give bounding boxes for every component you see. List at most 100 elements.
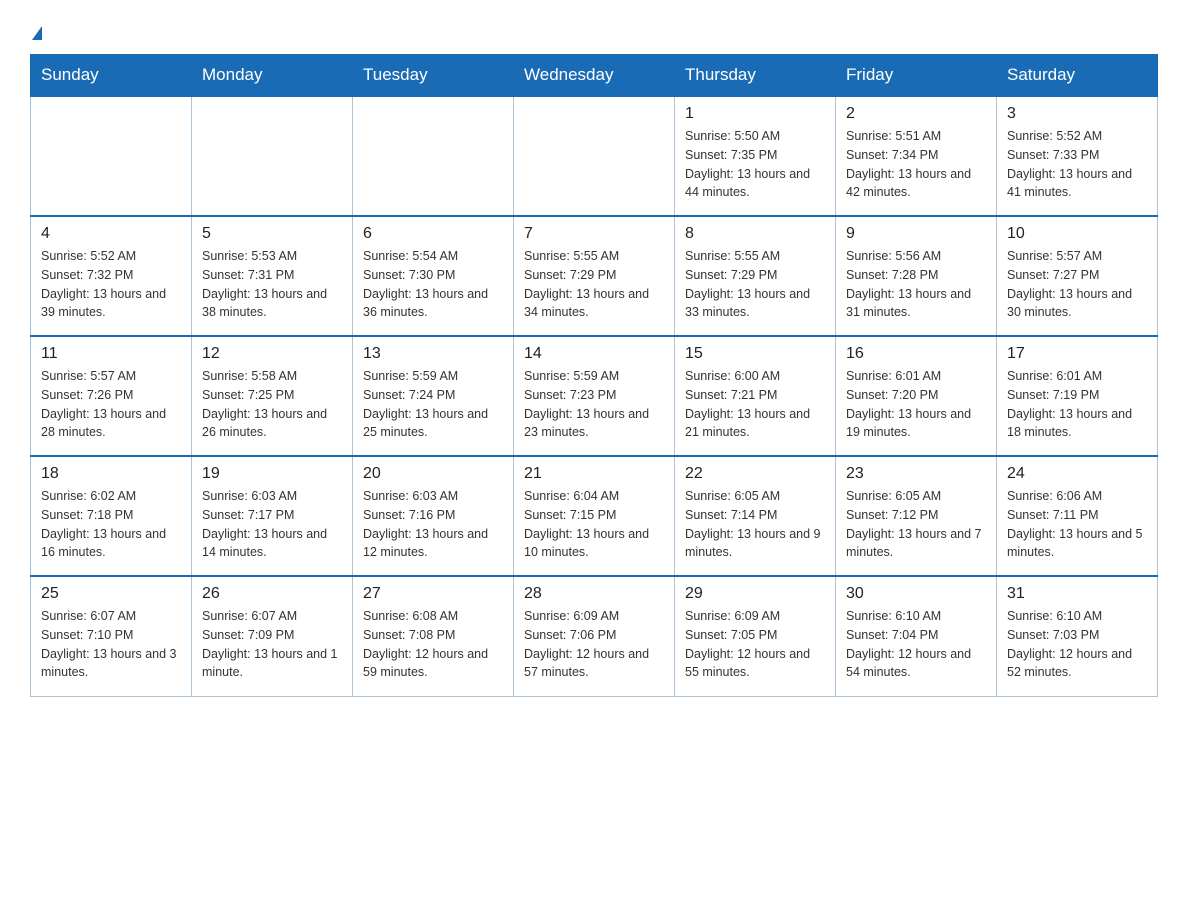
day-info: Sunrise: 5:59 AMSunset: 7:23 PMDaylight:… [524, 367, 664, 442]
calendar-cell: 22 Sunrise: 6:05 AMSunset: 7:14 PMDayligh… [675, 456, 836, 576]
calendar-cell: 6 Sunrise: 5:54 AMSunset: 7:30 PMDaylight… [353, 216, 514, 336]
day-header-friday: Friday [836, 55, 997, 97]
day-number: 9 [846, 225, 986, 243]
calendar-cell: 26 Sunrise: 6:07 AMSunset: 7:09 PMDayligh… [192, 576, 353, 696]
day-info: Sunrise: 5:59 AMSunset: 7:24 PMDaylight:… [363, 367, 503, 442]
day-header-saturday: Saturday [997, 55, 1158, 97]
calendar-cell: 17Sunrise: 6:01 AMSunset: 7:19 PMDayligh… [997, 336, 1158, 456]
day-number: 20 [363, 465, 503, 483]
day-info: Sunrise: 5:53 AMSunset: 7:31 PMDaylight:… [202, 247, 342, 322]
calendar-cell: 4 Sunrise: 5:52 AMSunset: 7:32 PMDaylight… [31, 216, 192, 336]
calendar-table: SundayMondayTuesdayWednesdayThursdayFrid… [30, 54, 1158, 697]
day-info: Sunrise: 6:07 AMSunset: 7:09 PMDaylight:… [202, 607, 342, 682]
day-number: 18 [41, 465, 181, 483]
calendar-cell: 15 Sunrise: 6:00 AMSunset: 7:21 PMDayligh… [675, 336, 836, 456]
calendar-cell: 7Sunrise: 5:55 AMSunset: 7:29 PMDaylight… [514, 216, 675, 336]
calendar-cell: 1 Sunrise: 5:50 AMSunset: 7:35 PMDaylight… [675, 96, 836, 216]
day-info: Sunrise: 6:08 AMSunset: 7:08 PMDaylight:… [363, 607, 503, 682]
calendar-cell: 10 Sunrise: 5:57 AMSunset: 7:27 PMDayligh… [997, 216, 1158, 336]
calendar-cell: 21 Sunrise: 6:04 AMSunset: 7:15 PMDayligh… [514, 456, 675, 576]
day-header-monday: Monday [192, 55, 353, 97]
week-row-3: 11 Sunrise: 5:57 AMSunset: 7:26 PMDayligh… [31, 336, 1158, 456]
calendar-cell: 28Sunrise: 6:09 AMSunset: 7:06 PMDayligh… [514, 576, 675, 696]
day-number: 10 [1007, 225, 1147, 243]
calendar-cell [514, 96, 675, 216]
day-number: 11 [41, 345, 181, 363]
day-header-tuesday: Tuesday [353, 55, 514, 97]
calendar-cell: 18 Sunrise: 6:02 AMSunset: 7:18 PMDayligh… [31, 456, 192, 576]
day-number: 21 [524, 465, 664, 483]
day-number: 2 [846, 105, 986, 123]
day-info: Sunrise: 5:52 AMSunset: 7:32 PMDaylight:… [41, 247, 181, 322]
day-header-wednesday: Wednesday [514, 55, 675, 97]
day-number: 28 [524, 585, 664, 603]
calendar-cell: 20 Sunrise: 6:03 AMSunset: 7:16 PMDayligh… [353, 456, 514, 576]
day-info: Sunrise: 6:05 AMSunset: 7:14 PMDaylight:… [685, 487, 825, 562]
day-number: 19 [202, 465, 342, 483]
day-number: 1 [685, 105, 825, 123]
calendar-cell: 13Sunrise: 5:59 AMSunset: 7:24 PMDayligh… [353, 336, 514, 456]
day-number: 27 [363, 585, 503, 603]
calendar-cell [353, 96, 514, 216]
day-info: Sunrise: 6:05 AMSunset: 7:12 PMDaylight:… [846, 487, 986, 562]
day-header-thursday: Thursday [675, 55, 836, 97]
calendar-cell: 16Sunrise: 6:01 AMSunset: 7:20 PMDayligh… [836, 336, 997, 456]
calendar-cell [31, 96, 192, 216]
day-info: Sunrise: 6:10 AMSunset: 7:03 PMDaylight:… [1007, 607, 1147, 682]
day-info: Sunrise: 5:56 AMSunset: 7:28 PMDaylight:… [846, 247, 986, 322]
logo-triangle-icon [32, 26, 42, 40]
day-number: 4 [41, 225, 181, 243]
day-info: Sunrise: 6:02 AMSunset: 7:18 PMDaylight:… [41, 487, 181, 562]
day-info: Sunrise: 6:09 AMSunset: 7:05 PMDaylight:… [685, 607, 825, 682]
calendar-cell: 30 Sunrise: 6:10 AMSunset: 7:04 PMDayligh… [836, 576, 997, 696]
calendar-cell: 23 Sunrise: 6:05 AMSunset: 7:12 PMDayligh… [836, 456, 997, 576]
day-info: Sunrise: 5:57 AMSunset: 7:27 PMDaylight:… [1007, 247, 1147, 322]
day-info: Sunrise: 6:03 AMSunset: 7:16 PMDaylight:… [363, 487, 503, 562]
day-number: 15 [685, 345, 825, 363]
calendar-cell: 24 Sunrise: 6:06 AMSunset: 7:11 PMDayligh… [997, 456, 1158, 576]
day-info: Sunrise: 5:51 AMSunset: 7:34 PMDaylight:… [846, 127, 986, 202]
calendar-cell: 14Sunrise: 5:59 AMSunset: 7:23 PMDayligh… [514, 336, 675, 456]
calendar-cell: 25 Sunrise: 6:07 AMSunset: 7:10 PMDayligh… [31, 576, 192, 696]
calendar-cell [192, 96, 353, 216]
calendar-cell: 31Sunrise: 6:10 AMSunset: 7:03 PMDayligh… [997, 576, 1158, 696]
calendar-cell: 12 Sunrise: 5:58 AMSunset: 7:25 PMDayligh… [192, 336, 353, 456]
calendar-cell: 8 Sunrise: 5:55 AMSunset: 7:29 PMDaylight… [675, 216, 836, 336]
week-row-5: 25 Sunrise: 6:07 AMSunset: 7:10 PMDayligh… [31, 576, 1158, 696]
day-info: Sunrise: 5:55 AMSunset: 7:29 PMDaylight:… [685, 247, 825, 322]
day-info: Sunrise: 5:50 AMSunset: 7:35 PMDaylight:… [685, 127, 825, 202]
day-number: 25 [41, 585, 181, 603]
calendar-cell: 9 Sunrise: 5:56 AMSunset: 7:28 PMDaylight… [836, 216, 997, 336]
day-info: Sunrise: 5:54 AMSunset: 7:30 PMDaylight:… [363, 247, 503, 322]
calendar-cell: 29 Sunrise: 6:09 AMSunset: 7:05 PMDayligh… [675, 576, 836, 696]
day-number: 23 [846, 465, 986, 483]
day-info: Sunrise: 6:00 AMSunset: 7:21 PMDaylight:… [685, 367, 825, 442]
week-row-4: 18 Sunrise: 6:02 AMSunset: 7:18 PMDayligh… [31, 456, 1158, 576]
day-info: Sunrise: 5:57 AMSunset: 7:26 PMDaylight:… [41, 367, 181, 442]
day-header-sunday: Sunday [31, 55, 192, 97]
calendar-header-row: SundayMondayTuesdayWednesdayThursdayFrid… [31, 55, 1158, 97]
day-number: 12 [202, 345, 342, 363]
calendar-cell: 3 Sunrise: 5:52 AMSunset: 7:33 PMDaylight… [997, 96, 1158, 216]
calendar-cell: 5Sunrise: 5:53 AMSunset: 7:31 PMDaylight… [192, 216, 353, 336]
day-info: Sunrise: 5:58 AMSunset: 7:25 PMDaylight:… [202, 367, 342, 442]
calendar-cell: 2 Sunrise: 5:51 AMSunset: 7:34 PMDaylight… [836, 96, 997, 216]
week-row-1: 1 Sunrise: 5:50 AMSunset: 7:35 PMDaylight… [31, 96, 1158, 216]
page-header [30, 20, 1158, 44]
day-number: 22 [685, 465, 825, 483]
day-number: 3 [1007, 105, 1147, 123]
day-info: Sunrise: 6:06 AMSunset: 7:11 PMDaylight:… [1007, 487, 1147, 562]
day-number: 24 [1007, 465, 1147, 483]
day-number: 17 [1007, 345, 1147, 363]
day-number: 26 [202, 585, 342, 603]
day-number: 30 [846, 585, 986, 603]
day-number: 8 [685, 225, 825, 243]
week-row-2: 4 Sunrise: 5:52 AMSunset: 7:32 PMDaylight… [31, 216, 1158, 336]
day-info: Sunrise: 6:10 AMSunset: 7:04 PMDaylight:… [846, 607, 986, 682]
day-number: 7 [524, 225, 664, 243]
day-number: 29 [685, 585, 825, 603]
day-info: Sunrise: 5:52 AMSunset: 7:33 PMDaylight:… [1007, 127, 1147, 202]
day-number: 6 [363, 225, 503, 243]
day-info: Sunrise: 6:04 AMSunset: 7:15 PMDaylight:… [524, 487, 664, 562]
day-info: Sunrise: 6:07 AMSunset: 7:10 PMDaylight:… [41, 607, 181, 682]
